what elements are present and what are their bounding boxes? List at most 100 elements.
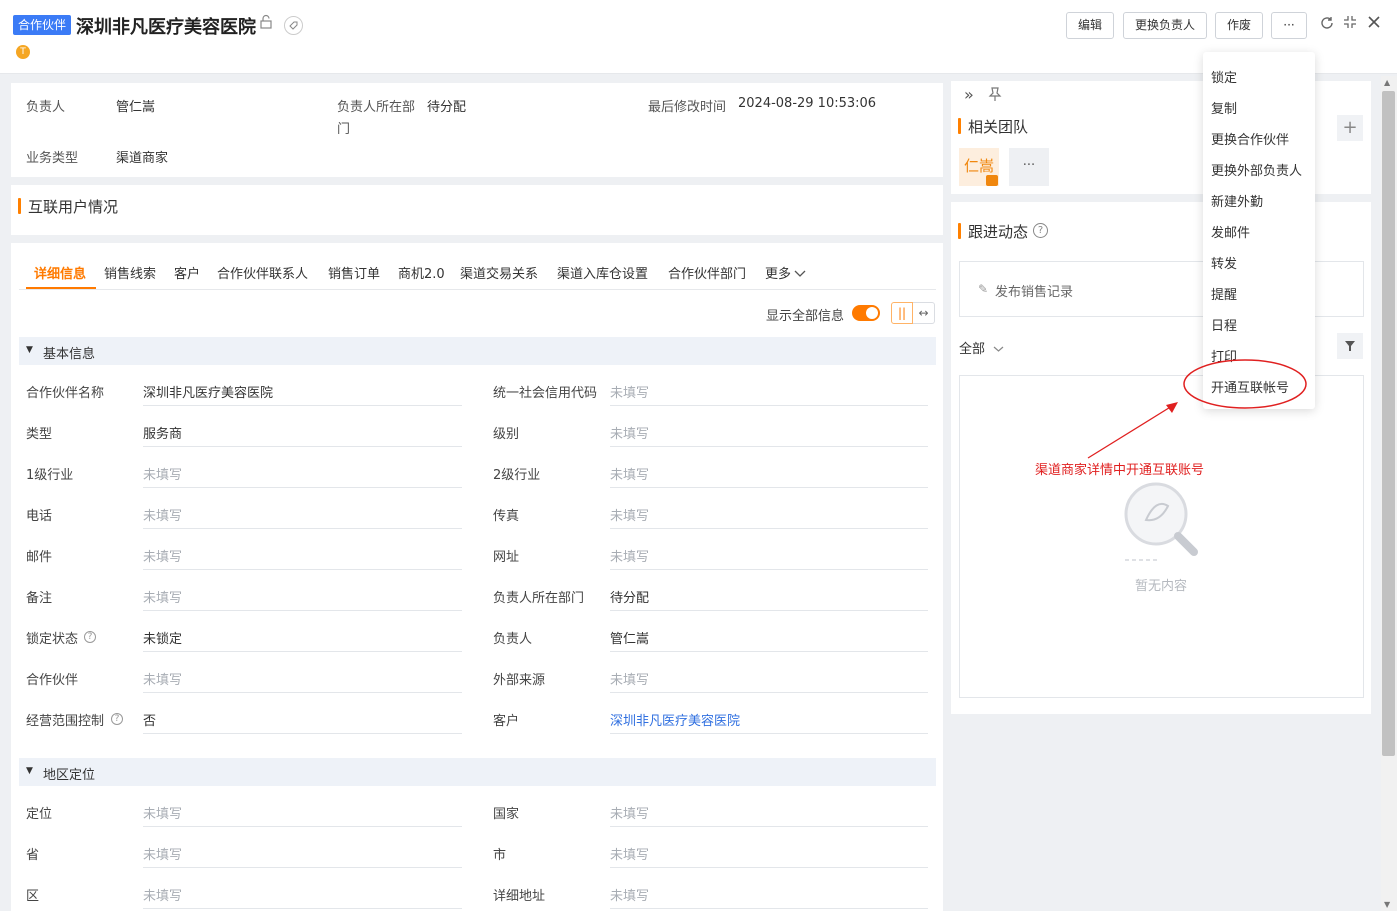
tab-partner-dept[interactable]: 合作伙伴部门 (668, 263, 746, 282)
tab-more[interactable]: 更多 (765, 263, 806, 282)
field-label: 详细地址 (493, 889, 546, 904)
help-icon[interactable]: ? (111, 713, 123, 725)
tab-warehouse[interactable]: 渠道入库仓设置 (557, 263, 648, 282)
field-value[interactable]: 未填写 (143, 546, 182, 565)
field-underline (610, 405, 928, 406)
field-value[interactable]: 未填写 (143, 803, 182, 822)
field-value[interactable]: 未填写 (610, 803, 649, 822)
edit-button[interactable]: 编辑 (1066, 12, 1115, 39)
empty-search-icon (1120, 476, 1204, 568)
field-underline (610, 610, 928, 611)
field-label: 负责人所在部门 (493, 591, 585, 606)
menu-item[interactable]: 更换外部负责人 (1211, 160, 1302, 179)
field-underline (610, 569, 928, 570)
field-label: 负责人 (493, 632, 533, 647)
layout-expand-icon[interactable]: ↔ (913, 302, 935, 324)
field-value[interactable]: 未填写 (610, 844, 649, 863)
refresh-icon[interactable] (1319, 15, 1335, 37)
lock-icon[interactable] (258, 14, 274, 36)
field-value[interactable]: 否 (143, 710, 156, 729)
menu-item[interactable]: 发邮件 (1211, 222, 1250, 241)
field-value[interactable]: 未填写 (143, 885, 182, 904)
type-badge: 合作伙伴 (13, 15, 72, 35)
menu-item[interactable]: 转发 (1211, 253, 1237, 272)
layout-columns-icon[interactable]: || (891, 302, 913, 324)
field-value[interactable]: 深圳非凡医疗美容医院 (610, 710, 740, 729)
field-value[interactable]: 待分配 (610, 587, 649, 606)
field-value[interactable]: 未填写 (143, 464, 182, 483)
field-value[interactable]: 未填写 (610, 464, 649, 483)
tab-channel-trade[interactable]: 渠道交易关系 (460, 263, 538, 282)
tab-customer[interactable]: 客户 (174, 263, 200, 282)
field-underline (143, 405, 462, 406)
team-more-button[interactable]: ··· (1009, 148, 1049, 186)
group-region-title: 地区定位 (43, 768, 96, 783)
field-underline (610, 487, 928, 488)
chevron-down-icon (791, 267, 806, 282)
tab-detail[interactable]: 详细信息 (34, 263, 86, 282)
field-underline (143, 651, 462, 652)
field-label: 锁定状态 (26, 632, 79, 647)
void-button[interactable]: 作废 (1215, 12, 1264, 39)
scroll-up-icon[interactable]: ▲ (1384, 78, 1390, 87)
field-value[interactable]: 未填写 (143, 669, 182, 688)
group-basic-header[interactable]: ▼ 基本信息 (19, 337, 936, 365)
field-label: 邮件 (26, 550, 53, 565)
field-value[interactable]: 未填写 (143, 505, 182, 524)
field-value[interactable]: 未锁定 (143, 628, 182, 647)
team-title: 相关团队 (968, 118, 1029, 136)
field-value[interactable]: 未填写 (143, 844, 182, 863)
filter-icon[interactable] (1337, 333, 1363, 359)
menu-item[interactable]: 锁定 (1211, 67, 1237, 86)
filter-all-dropdown[interactable]: 全部 (959, 338, 1004, 357)
menu-item[interactable]: 更换合作伙伴 (1211, 129, 1289, 148)
add-member-icon[interactable]: + (1337, 115, 1363, 141)
close-icon[interactable] (1367, 15, 1381, 35)
field-value[interactable]: 未填写 (143, 587, 182, 606)
tab-leads[interactable]: 销售线索 (104, 263, 156, 282)
empty-text: 暂无内容 (1135, 579, 1188, 594)
menu-item[interactable]: 复制 (1211, 98, 1237, 117)
menu-item[interactable]: 新建外勤 (1211, 191, 1263, 210)
field-underline (143, 610, 462, 611)
field-value[interactable]: 未填写 (610, 669, 649, 688)
caret-down-icon: ▼ (26, 766, 33, 776)
help-icon[interactable]: ? (84, 631, 96, 643)
biz-type-value: 渠道商家 (116, 151, 169, 166)
field-label: 1级行业 (26, 468, 74, 483)
menu-item[interactable]: 日程 (1211, 315, 1237, 334)
change-owner-button[interactable]: 更换负责人 (1123, 12, 1208, 39)
menu-item[interactable]: 提醒 (1211, 284, 1237, 303)
field-underline (143, 733, 462, 734)
field-value[interactable]: 未填写 (610, 546, 649, 565)
section-bar (958, 223, 961, 239)
field-value[interactable]: 未填写 (610, 423, 649, 442)
tab-sales-orders[interactable]: 销售订单 (328, 263, 380, 282)
modified-value: 2024-08-29 10:53:06 (738, 96, 877, 111)
tab-opportunity[interactable]: 商机2.0 (398, 263, 445, 282)
dept-label: 负责人所在部 (337, 100, 416, 115)
pin-icon[interactable] (988, 86, 1002, 106)
field-value[interactable]: 未填写 (610, 382, 649, 401)
biz-type-label: 业务类型 (26, 151, 79, 166)
expand-double-chevron-icon[interactable]: » (964, 85, 974, 104)
page-header: 合作伙伴 深圳非凡医疗美容医院 T 编辑 更换负责人 作废 ··· (0, 0, 1397, 74)
collapse-icon[interactable] (1343, 15, 1357, 35)
field-value[interactable]: 深圳非凡医疗美容医院 (143, 382, 273, 401)
scroll-down-icon[interactable]: ▼ (1384, 900, 1390, 909)
field-value[interactable]: 未填写 (610, 505, 649, 524)
help-icon[interactable]: ? (1033, 223, 1048, 238)
tab-partner-contacts[interactable]: 合作伙伴联系人 (217, 263, 308, 282)
more-button[interactable]: ··· (1271, 12, 1307, 39)
owner-crown-icon (986, 175, 998, 186)
tag-icon[interactable] (284, 16, 303, 35)
field-label: 市 (493, 848, 507, 863)
field-value[interactable]: 未填写 (610, 885, 649, 904)
field-underline (143, 487, 462, 488)
field-value[interactable]: 管仁嵩 (610, 628, 649, 647)
field-value[interactable]: 服务商 (143, 423, 182, 442)
edit-icon: ✎ (978, 282, 989, 296)
show-all-toggle[interactable] (852, 305, 880, 321)
group-region-header[interactable]: ▼ 地区定位 (19, 758, 936, 786)
scrollbar-thumb[interactable] (1382, 91, 1395, 756)
